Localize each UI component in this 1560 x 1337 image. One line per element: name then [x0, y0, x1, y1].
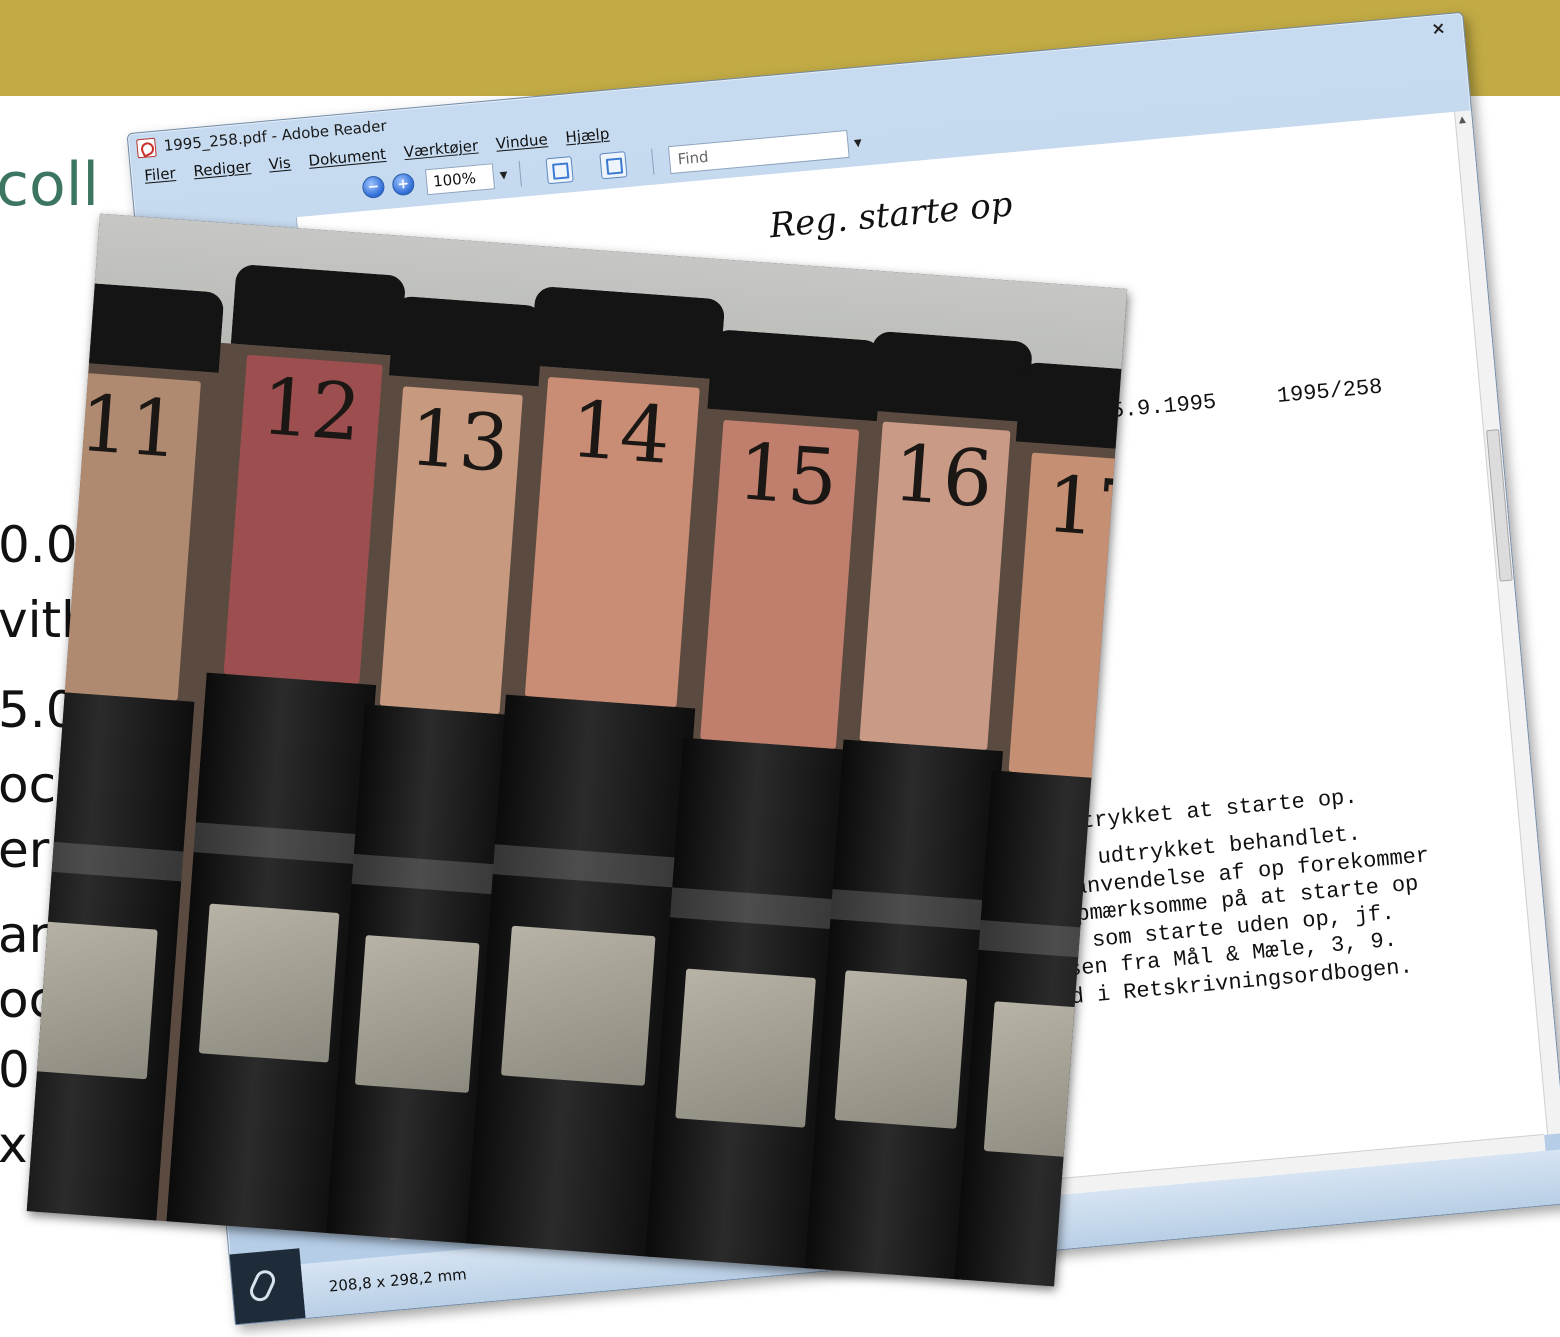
menu-vindue[interactable]: Vindue: [495, 130, 548, 153]
document-body: udtrykket at starte op. er udtrykket beha…: [1054, 778, 1440, 1012]
menu-vis[interactable]: Vis: [268, 154, 291, 174]
binder-paper-tag: [26, 920, 158, 1080]
bullet-text: er: [0, 821, 50, 879]
binder-paper-tag: [354, 935, 480, 1093]
pdf-app-icon: [136, 137, 157, 158]
binder-spine-label: 14: [524, 376, 700, 708]
menu-dokument[interactable]: Dokument: [308, 145, 387, 170]
binder-number: 13: [406, 393, 513, 491]
binder-paper-tag: [199, 903, 340, 1063]
close-button[interactable]: ×: [1425, 18, 1453, 40]
bullet-text: 0: [0, 1041, 30, 1099]
toolbar-separator: [650, 148, 655, 175]
paperclip-icon: [246, 1266, 279, 1305]
bullet-text: oc: [0, 756, 57, 814]
handwritten-note: Reg. starte op: [767, 184, 1014, 247]
binder-spine-label: 12: [223, 354, 383, 684]
menu-rediger[interactable]: Rediger: [193, 157, 252, 180]
find-dropdown-icon[interactable]: ▼: [854, 137, 863, 149]
zoom-out-button[interactable]: −: [361, 175, 386, 200]
binder-top: [230, 263, 407, 357]
binder-paper-tag: [834, 970, 968, 1129]
binder-paper-tag: [675, 968, 816, 1128]
fit-page-button[interactable]: [599, 151, 628, 180]
binder-number: 16: [890, 428, 996, 526]
toolbar-spacer: [144, 184, 359, 213]
fit-width-button[interactable]: [545, 156, 574, 185]
binder-spine-label: 16: [859, 421, 1011, 751]
menu-hjaelp[interactable]: Hjælp: [565, 125, 610, 147]
archive-binders-photo: 11 12 13 14 15 16 17: [26, 213, 1128, 1287]
scroll-up-icon[interactable]: ▲: [1458, 115, 1466, 126]
bullet-text: 0.0: [0, 516, 78, 574]
zoom-in-button[interactable]: +: [391, 172, 416, 197]
binder-spine-label: 13: [379, 386, 523, 715]
binder-top: [707, 328, 883, 422]
menu-filer[interactable]: Filer: [144, 164, 177, 185]
bullet-text: x: [0, 1116, 28, 1174]
page-size-readout: 208,8 x 298,2 mm: [328, 1265, 468, 1296]
binder-spine-label: 15: [700, 419, 860, 749]
toolbar-separator: [518, 160, 522, 187]
binder-top: [867, 330, 1034, 423]
binder-number: 14: [567, 384, 674, 482]
binder-paper-tag: [500, 925, 656, 1086]
zoom-dropdown-icon[interactable]: ▼: [499, 169, 508, 181]
bullet-text: ar: [0, 906, 50, 964]
binder-top: [388, 295, 545, 387]
binder-top: [530, 285, 726, 380]
document-number: 1995/258: [1275, 374, 1384, 410]
binder-number: 12: [258, 362, 364, 460]
zoom-level-field[interactable]: 100%: [425, 163, 496, 196]
binder-number: 15: [734, 427, 841, 525]
binder-top: [1015, 361, 1128, 454]
menu-vaerktojer[interactable]: Værktøjer: [403, 137, 479, 162]
attachments-panel-button[interactable]: [229, 1248, 306, 1325]
